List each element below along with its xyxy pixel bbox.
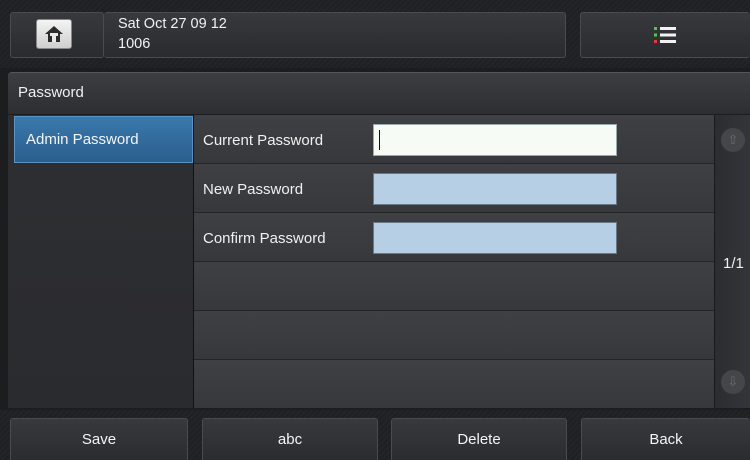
confirm-password-label: Confirm Password: [203, 230, 326, 247]
sidebar-item-label: Admin Password: [26, 131, 139, 148]
datetime: Sat Oct 27 09 12: [118, 16, 227, 32]
scroll-up-icon[interactable]: ⇧: [721, 128, 745, 152]
title-bar: [8, 72, 750, 114]
current-password-field[interactable]: [373, 124, 617, 156]
current-password-label: Current Password: [203, 132, 324, 149]
status-info: Sat Oct 27 09 12 1006: [118, 14, 227, 54]
menu-list-icon[interactable]: [654, 25, 676, 45]
input-mode-softkey[interactable]: abc: [202, 418, 378, 460]
text-caret: [379, 130, 380, 150]
home-icon: [45, 26, 63, 42]
new-password-label: New Password: [203, 181, 304, 198]
confirm-password-field[interactable]: [373, 222, 617, 254]
home-button[interactable]: [36, 19, 72, 49]
new-password-field[interactable]: [373, 173, 617, 205]
form-row-empty: [194, 360, 714, 408]
page-indicator: 1/1: [723, 255, 744, 272]
form-row-empty: [194, 311, 714, 360]
scroll-down-icon[interactable]: ⇩: [721, 370, 745, 394]
delete-softkey[interactable]: Delete: [391, 418, 567, 460]
back-softkey[interactable]: Back: [581, 418, 750, 460]
form-row-empty: [194, 262, 714, 311]
page-title: Password: [18, 84, 84, 101]
account-number: 1006: [118, 36, 151, 52]
save-softkey[interactable]: Save: [10, 418, 188, 460]
menu-list-glyph: [654, 27, 676, 43]
